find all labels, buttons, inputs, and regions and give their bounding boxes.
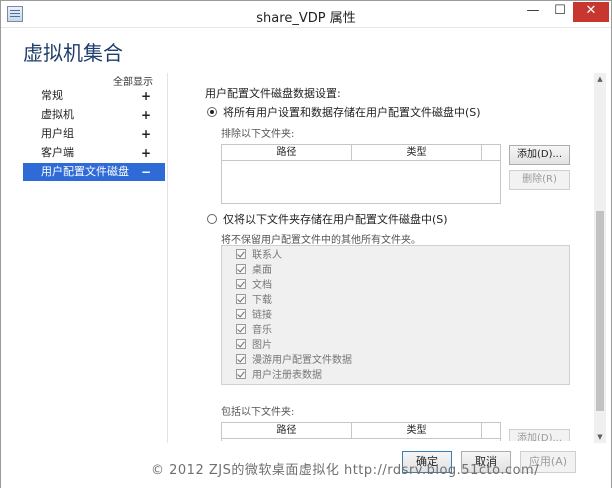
folder-label: 漫游用户配置文件数据	[252, 355, 352, 366]
sidebar-item-label: 客户端	[41, 146, 74, 159]
remove-exclude-button[interactable]: 删除(R)	[509, 170, 570, 190]
folder-label: 用户注册表数据	[252, 370, 322, 381]
minimize-button[interactable]: —	[519, 2, 547, 22]
column-header-type[interactable]: 类型	[352, 145, 482, 161]
page-title: 虚拟机集合	[23, 41, 123, 65]
column-header-filler	[482, 145, 500, 161]
sidebar-item-label: 虚拟机	[41, 108, 74, 121]
sidebar-item-user-profile-disks[interactable]: 用户配置文件磁盘 −	[23, 163, 165, 181]
sidebar-item-label: 用户配置文件磁盘	[41, 165, 129, 178]
folder-label: 联系人	[252, 250, 282, 261]
sidebar-item-client[interactable]: 客户端 +	[23, 144, 165, 162]
close-button[interactable]: ✕	[573, 2, 609, 22]
sidebar-item-virtual-machines[interactable]: 虚拟机 +	[23, 106, 165, 124]
store-all-option[interactable]: 将所有用户设置和数据存储在用户配置文件磁盘中(S)	[207, 104, 481, 120]
show-all-link[interactable]: 全部显示	[113, 73, 153, 88]
store-only-radio[interactable]	[207, 214, 217, 224]
folder-item-contacts: 联系人	[236, 249, 282, 264]
store-only-note: 将不保留用户配置文件中的其他所有文件夹。	[221, 235, 421, 246]
folder-item-pictures: 图片	[236, 339, 272, 354]
column-header-path[interactable]: 路径	[222, 145, 352, 161]
include-label: 包括以下文件夹:	[221, 407, 295, 418]
vertical-scrollbar[interactable]: ▲ ▼	[594, 73, 606, 443]
title-bar[interactable]: share_VDP 属性 — ☐ ✕	[1, 1, 611, 28]
folder-item-roaming-profile-data: 漫游用户配置文件数据	[236, 354, 352, 369]
properties-dialog: share_VDP 属性 — ☐ ✕ 虚拟机集合 全部显示 常规 + 虚拟机 +…	[0, 0, 612, 488]
scroll-thumb[interactable]	[596, 211, 604, 411]
expand-icon: +	[140, 146, 151, 160]
section-title: 用户配置文件磁盘数据设置:	[205, 87, 341, 100]
scroll-down-icon[interactable]: ▼	[594, 431, 606, 443]
folder-label: 图片	[252, 340, 272, 351]
folder-item-downloads: 下载	[236, 294, 272, 309]
checkbox-icon	[236, 264, 246, 274]
checkbox-icon	[236, 339, 246, 349]
expand-icon: +	[140, 108, 151, 122]
folder-label: 链接	[252, 310, 272, 321]
maximize-button[interactable]: ☐	[547, 2, 573, 22]
store-all-radio[interactable]	[207, 107, 217, 117]
store-only-label: 仅将以下文件夹存储在用户配置文件磁盘中(S)	[223, 213, 448, 226]
sidebar-item-user-groups[interactable]: 用户组 +	[23, 125, 165, 143]
checkbox-icon	[236, 294, 246, 304]
folder-item-documents: 文档	[236, 279, 272, 294]
folder-label: 桌面	[252, 265, 272, 276]
column-header-type[interactable]: 类型	[352, 423, 482, 439]
checkbox-icon	[236, 309, 246, 319]
checkbox-icon	[236, 354, 246, 364]
collapse-icon: −	[140, 165, 151, 179]
checkbox-icon	[236, 279, 246, 289]
folder-item-desktop: 桌面	[236, 264, 272, 279]
column-header-filler	[482, 423, 500, 439]
watermark-text: © 2012 ZJS的微软桌面虚拟化 http://rdsrv.blog.51c…	[151, 463, 540, 478]
checkbox-icon	[236, 249, 246, 259]
expand-icon: +	[140, 127, 151, 141]
include-folders-table[interactable]: 路径 类型	[221, 422, 501, 441]
folder-checklist: 联系人 桌面 文档 下载 链接 音乐 图片 漫游用户配置文件数据 用户注册表数据	[221, 245, 570, 385]
store-all-label: 将所有用户设置和数据存储在用户配置文件磁盘中(S)	[223, 106, 481, 119]
checkbox-icon	[236, 324, 246, 334]
checkbox-icon	[236, 369, 246, 379]
folder-item-user-registry-data: 用户注册表数据	[236, 369, 322, 384]
store-only-option[interactable]: 仅将以下文件夹存储在用户配置文件磁盘中(S)	[207, 211, 448, 227]
expand-icon: +	[140, 89, 151, 103]
scroll-up-icon[interactable]: ▲	[594, 73, 606, 85]
sidebar-item-label: 常规	[41, 89, 63, 102]
exclude-folders-table[interactable]: 路径 类型	[221, 144, 501, 204]
add-exclude-button[interactable]: 添加(D)...	[509, 145, 570, 165]
add-include-button[interactable]: 添加(D)...	[509, 429, 570, 441]
exclude-label: 排除以下文件夹:	[221, 129, 295, 140]
sidebar-item-general[interactable]: 常规 +	[23, 87, 165, 105]
folder-label: 下载	[252, 295, 272, 306]
settings-panel: 用户配置文件磁盘数据设置: 将所有用户设置和数据存储在用户配置文件磁盘中(S) …	[177, 81, 587, 441]
column-header-path[interactable]: 路径	[222, 423, 352, 439]
folder-item-music: 音乐	[236, 324, 272, 339]
sidebar-item-label: 用户组	[41, 127, 74, 140]
folder-label: 音乐	[252, 325, 272, 336]
folder-item-links: 链接	[236, 309, 272, 324]
sidebar-divider	[167, 73, 168, 443]
folder-label: 文档	[252, 280, 272, 291]
